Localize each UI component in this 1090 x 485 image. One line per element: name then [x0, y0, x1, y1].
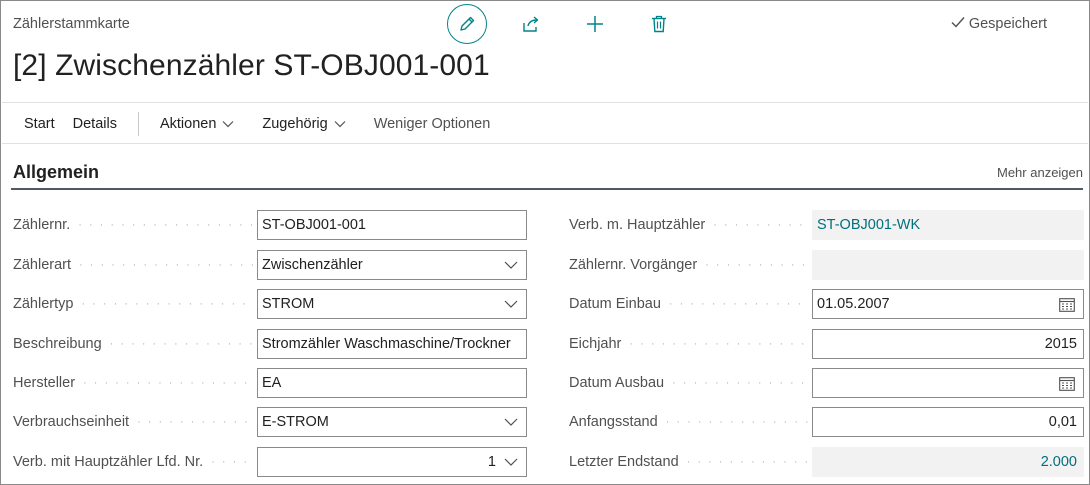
- show-more-link[interactable]: Mehr anzeigen: [997, 165, 1083, 180]
- field-row-eichjahr: Eichjahr · · · · · · · · · · · · · · · · …: [569, 329, 1084, 359]
- zaehlerart-select[interactable]: Zwischenzähler: [257, 250, 527, 280]
- hersteller-field[interactable]: EA: [257, 368, 527, 398]
- edit-button[interactable]: [447, 4, 487, 44]
- share-button[interactable]: [511, 4, 551, 44]
- field-label: Verb. mit Hauptzähler Lfd. Nr.· · · · · …: [13, 454, 253, 470]
- section-divider: [11, 188, 1083, 190]
- chevron-down-icon[interactable]: [504, 290, 518, 318]
- chevron-down-icon[interactable]: [504, 251, 518, 279]
- zaehlerart-value: Zwischenzähler: [262, 257, 363, 273]
- field-row-zaehlernr-vorgaenger: Zählernr. Vorgänger· · · · · · · · · · ·…: [569, 250, 1084, 280]
- field-row-hersteller: Hersteller · · · · · · · · · · · · · · · …: [13, 368, 527, 398]
- field-label: Verbrauchseinheit· · · · · · · · · · · ·…: [13, 414, 253, 430]
- field-label: Zählerart · · · · · · · · · · · · · · · ·…: [13, 257, 253, 273]
- field-label: Beschreibung· · · · · · · · · · · · · · …: [13, 336, 253, 352]
- tab-start[interactable]: Start: [15, 116, 64, 132]
- anfangsstand-field[interactable]: 0,01: [812, 407, 1084, 437]
- section-title[interactable]: Allgemein: [13, 162, 99, 183]
- calendar-icon[interactable]: [1059, 369, 1075, 397]
- datum-einbau-field[interactable]: 01.05.2007: [812, 289, 1084, 319]
- edit-pencil-icon: [458, 15, 476, 33]
- menu-zugehoerig-label: Zugehörig: [262, 116, 328, 132]
- zaehlernr-field[interactable]: ST-OBJ001-001: [257, 210, 527, 240]
- field-row-verb-hauptzaehler: Verb. m. Hauptzähler· · · · · · · · · · …: [569, 210, 1084, 240]
- chevron-down-icon: [334, 116, 346, 132]
- fewer-options-button[interactable]: Weniger Optionen: [365, 116, 500, 132]
- share-icon: [521, 15, 541, 33]
- field-label: Zählernr. · · · · · · · · · · · · · · · ·…: [13, 217, 253, 233]
- field-label: Zählertyp · · · · · · · · · · · · · · · ·…: [13, 296, 253, 312]
- hauptzaehler-lfd-nr-select[interactable]: 1: [257, 447, 527, 477]
- field-label: Datum Ausbau· · · · · · · · · · · · · · …: [569, 375, 809, 391]
- field-label: Letzter Endstand· · · · · · · · · · · · …: [569, 454, 809, 470]
- field-row-zaehlertyp: Zählertyp · · · · · · · · · · · · · · · ·…: [13, 289, 527, 319]
- letzter-endstand-link[interactable]: 2.000: [812, 447, 1084, 477]
- calendar-icon[interactable]: [1059, 290, 1075, 318]
- eichjahr-field[interactable]: 2015: [812, 329, 1084, 359]
- menu-aktionen-label: Aktionen: [159, 116, 217, 132]
- chevron-down-icon: [222, 116, 234, 132]
- field-row-beschreibung: Beschreibung· · · · · · · · · · · · · · …: [13, 329, 527, 359]
- header-actions: [447, 4, 679, 44]
- beschreibung-field[interactable]: Stromzähler Waschmaschine/Trockner: [257, 329, 527, 359]
- menu-zugehoerig[interactable]: Zugehörig: [253, 116, 354, 132]
- zaehlernr-vorgaenger-field: [812, 250, 1084, 280]
- save-status: Gespeichert: [951, 16, 1047, 32]
- field-label: Datum Einbau· · · · · · · · · · · · · · …: [569, 296, 809, 312]
- action-bar: Start Details Aktionen Zugehörig Weniger…: [15, 105, 499, 143]
- divider: [2, 143, 1088, 144]
- chevron-down-icon[interactable]: [504, 448, 518, 476]
- field-label: Hersteller · · · · · · · · · · · · · · · …: [13, 375, 253, 391]
- verbrauchseinheit-select[interactable]: E-STROM: [257, 407, 527, 437]
- field-row-verbrauchseinheit: Verbrauchseinheit· · · · · · · · · · · ·…: [13, 407, 527, 437]
- field-row-zaehlerart: Zählerart · · · · · · · · · · · · · · · ·…: [13, 250, 527, 280]
- verbrauchseinheit-value: E-STROM: [262, 414, 329, 430]
- field-label: Zählernr. Vorgänger· · · · · · · · · · ·…: [569, 257, 809, 273]
- page-title: [2] Zwischenzähler ST-OBJ001-001: [13, 49, 490, 82]
- divider: [137, 112, 139, 136]
- add-icon: [586, 15, 604, 33]
- verb-hauptzaehler-link[interactable]: ST-OBJ001-WK: [812, 210, 1084, 240]
- field-label: Anfangsstand· · · · · · · · · · · · · · …: [569, 414, 809, 430]
- divider: [2, 102, 1088, 103]
- field-label: Eichjahr · · · · · · · · · · · · · · · · …: [569, 336, 809, 352]
- field-row-hauptzaehler-lfd-nr: Verb. mit Hauptzähler Lfd. Nr.· · · · · …: [13, 447, 527, 477]
- page-caption: Zählerstammkarte: [13, 16, 130, 32]
- menu-aktionen[interactable]: Aktionen: [151, 116, 243, 132]
- field-row-letzter-endstand: Letzter Endstand· · · · · · · · · · · · …: [569, 447, 1084, 477]
- page-frame: Zählerstammkarte Gespeichert [2] Zwische…: [0, 0, 1090, 485]
- datum-ausbau-field[interactable]: [812, 368, 1084, 398]
- zaehlertyp-value: STROM: [262, 296, 315, 312]
- field-row-anfangsstand: Anfangsstand· · · · · · · · · · · · · · …: [569, 407, 1084, 437]
- save-status-label: Gespeichert: [968, 16, 1047, 32]
- field-row-datum-einbau: Datum Einbau· · · · · · · · · · · · · · …: [569, 289, 1084, 319]
- datum-einbau-value: 01.05.2007: [817, 296, 890, 312]
- field-row-zaehlernr: Zählernr. · · · · · · · · · · · · · · · ·…: [13, 210, 527, 240]
- chevron-down-icon[interactable]: [504, 408, 518, 436]
- delete-button[interactable]: [639, 4, 679, 44]
- field-row-datum-ausbau: Datum Ausbau· · · · · · · · · · · · · · …: [569, 368, 1084, 398]
- checkmark-icon: [951, 16, 965, 32]
- field-label: Verb. m. Hauptzähler· · · · · · · · · · …: [569, 217, 809, 233]
- zaehlertyp-select[interactable]: STROM: [257, 289, 527, 319]
- new-button[interactable]: [575, 4, 615, 44]
- hauptzaehler-lfd-nr-value: 1: [487, 454, 496, 470]
- tab-details[interactable]: Details: [64, 116, 126, 132]
- delete-icon: [651, 15, 667, 33]
